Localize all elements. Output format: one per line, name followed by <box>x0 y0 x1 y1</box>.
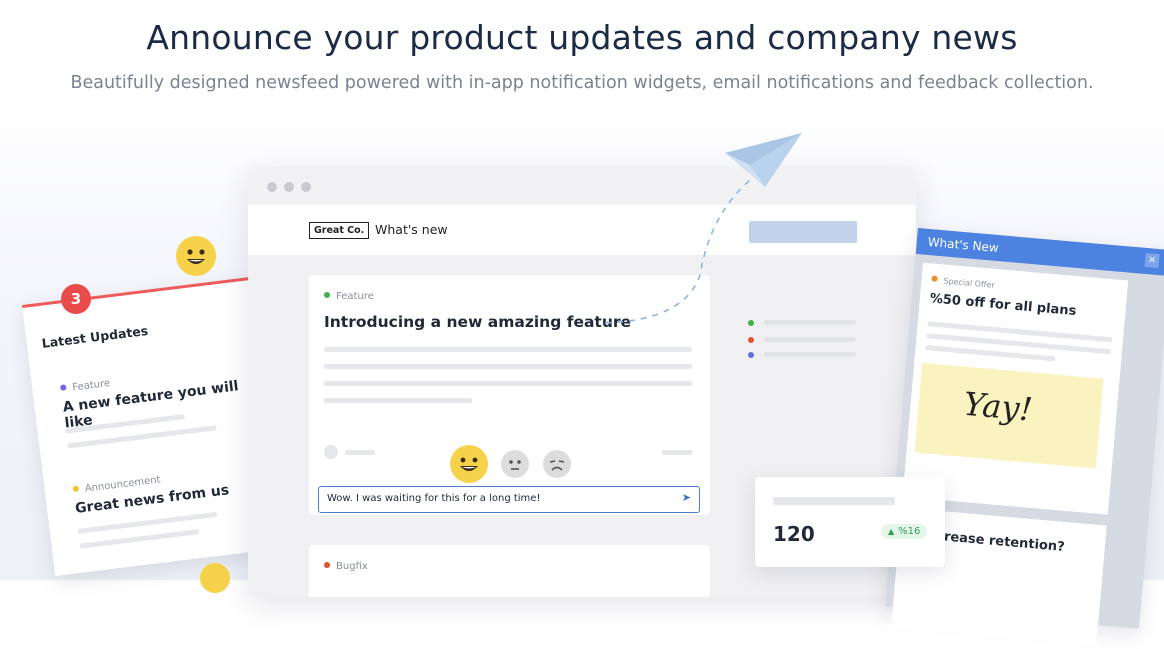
paper-plane-icon <box>604 133 802 324</box>
metric-card: 120 ▲ %16 <box>755 477 945 567</box>
arrow-up-icon: ▲ <box>888 527 895 536</box>
happy-emoji-icon <box>176 236 216 276</box>
window-dot <box>267 182 277 192</box>
widget-title: Latest Updates <box>40 322 149 351</box>
hero-subtitle: Beautifully designed newsfeed powered wi… <box>70 73 1094 93</box>
company-logo[interactable]: Great Co. <box>309 222 370 239</box>
window-dot <box>301 182 311 192</box>
yay-banner: Yay! <box>914 362 1104 469</box>
hero-title: Announce your product updates and compan… <box>146 18 1018 57</box>
post-card-2: Bugfix <box>309 545 710 597</box>
bugfix-tag: Bugfix <box>324 561 368 572</box>
reaction-happy-icon[interactable] <box>450 445 488 483</box>
window-dot <box>284 182 294 192</box>
reaction-neutral-icon[interactable] <box>501 450 529 478</box>
nav-whats-new[interactable]: What's new <box>375 222 448 237</box>
offer-title[interactable]: %50 off for all plans <box>929 291 1077 319</box>
close-icon[interactable]: × <box>1144 252 1160 269</box>
whats-new-widget: What's New × Special Offer %50 off for a… <box>884 228 1164 646</box>
author-avatar <box>324 445 338 459</box>
metric-value: 120 <box>773 522 815 546</box>
small-emoji-icon <box>200 563 230 593</box>
send-icon[interactable]: ➤ <box>682 491 691 504</box>
notification-badge[interactable]: 3 <box>61 284 91 314</box>
metric-change-badge: ▲ %16 <box>881 524 928 539</box>
post-tag: Feature <box>324 291 374 302</box>
app-navbar: Great Co. What's new <box>248 205 916 255</box>
yay-text: Yay! <box>962 384 1034 429</box>
offer-tag: Special Offer <box>931 275 995 290</box>
window-titlebar <box>248 167 916 205</box>
reply-input[interactable]: Wow. I was waiting for this for a long t… <box>318 486 700 513</box>
widget-header-title: What's New <box>927 234 1000 256</box>
post-title[interactable]: Introducing a new amazing feature <box>324 313 631 331</box>
feature-tag: Feature <box>60 378 111 395</box>
reaction-sad-icon[interactable] <box>543 450 571 478</box>
reply-text[interactable]: Wow. I was waiting for this for a long t… <box>327 493 540 504</box>
